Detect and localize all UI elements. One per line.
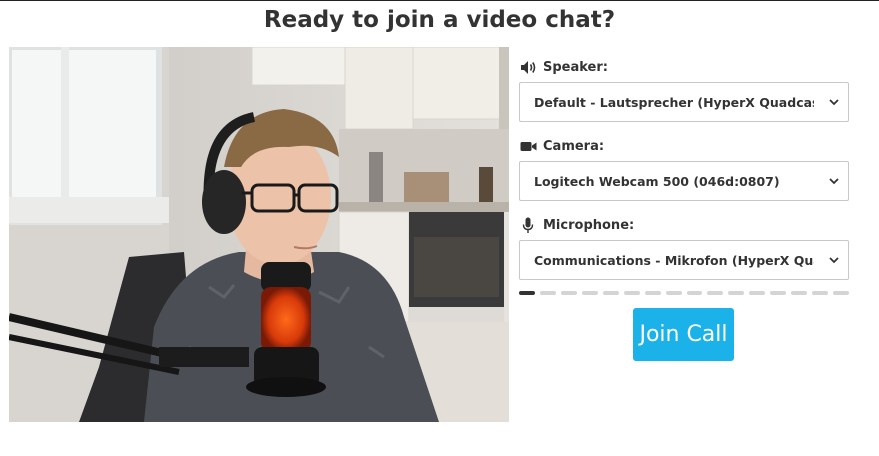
speaker-group: Speaker: Default - Lautsprecher (HyperX … bbox=[519, 57, 849, 122]
video-camera-icon bbox=[519, 138, 537, 154]
mic-level-segment bbox=[581, 291, 598, 295]
mic-level-segment bbox=[749, 291, 766, 295]
camera-preview-image bbox=[9, 47, 509, 422]
mic-level-segment bbox=[686, 291, 703, 295]
mic-level-segment bbox=[519, 291, 535, 295]
microphone-select-value: Communications - Mikrofon (HyperX Quadca… bbox=[534, 252, 814, 268]
mic-level-segment bbox=[833, 291, 849, 295]
microphone-select[interactable]: Communications - Mikrofon (HyperX Quadca… bbox=[519, 240, 849, 280]
mic-level-segment bbox=[539, 291, 556, 295]
mic-level-segment bbox=[602, 291, 619, 295]
page-title: Ready to join a video chat? bbox=[263, 7, 616, 33]
mic-level-segment bbox=[728, 291, 745, 295]
camera-preview bbox=[9, 47, 509, 422]
device-settings-panel: Speaker: Default - Lautsprecher (HyperX … bbox=[519, 57, 849, 295]
mic-level-segment bbox=[812, 291, 829, 295]
camera-group: Camera: Logitech Webcam 500 (046d:0807) bbox=[519, 136, 849, 201]
speaker-label: Speaker: bbox=[519, 57, 849, 77]
mic-level-segment bbox=[707, 291, 724, 295]
mic-level-segment bbox=[770, 291, 787, 295]
chevron-down-icon bbox=[829, 178, 839, 185]
mic-level-segment bbox=[560, 291, 577, 295]
join-call-button[interactable]: Join Call bbox=[633, 308, 734, 361]
camera-select-value: Logitech Webcam 500 (046d:0807) bbox=[534, 173, 780, 189]
microphone-group: Microphone: Communications - Mikrofon (H… bbox=[519, 215, 849, 280]
microphone-icon bbox=[519, 217, 537, 233]
mic-level-meter bbox=[519, 291, 849, 295]
mic-level-segment bbox=[791, 291, 808, 295]
mic-level-segment bbox=[665, 291, 682, 295]
microphone-label: Microphone: bbox=[519, 215, 849, 235]
camera-select[interactable]: Logitech Webcam 500 (046d:0807) bbox=[519, 161, 849, 201]
mic-level-segment bbox=[623, 291, 640, 295]
speaker-icon bbox=[519, 59, 537, 75]
mic-level-segment bbox=[644, 291, 661, 295]
chevron-down-icon bbox=[829, 99, 839, 106]
camera-label: Camera: bbox=[519, 136, 849, 156]
chevron-down-icon bbox=[829, 257, 839, 264]
top-border bbox=[0, 0, 879, 1]
speaker-select-value: Default - Lautsprecher (HyperX Quadcast)… bbox=[534, 94, 814, 110]
speaker-select[interactable]: Default - Lautsprecher (HyperX Quadcast)… bbox=[519, 82, 849, 122]
